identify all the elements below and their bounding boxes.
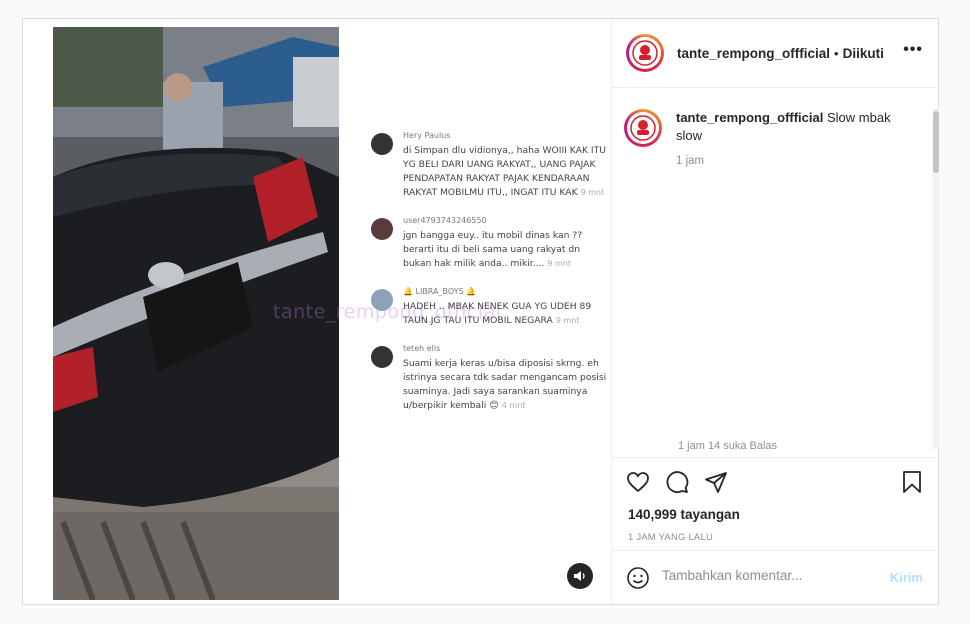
post-timestamp[interactable]: 1 JAM YANG LALU [628,532,713,543]
video-overlay-comments: Hery Paulus di Simpan dlu vidionya,, hah… [369,131,609,429]
post-caption: tante_rempong_offficial Slow mbak slow 1… [624,109,896,170]
follow-status-button[interactable]: Diikuti [843,46,884,61]
commenter-avatar [371,346,393,368]
commenter-name: 🔔 LIBRA_BOYS 🔔 [403,287,477,296]
caption-time[interactable]: 1 jam [676,152,896,170]
header-separator: • [834,45,839,61]
instagram-post-modal: tante_rempong_official Hery Paulus di Si… [22,18,939,605]
commenter-name: Hery Paulus [403,131,451,140]
post-sidebar: tante_rempong_offficial • Diikuti ••• ta… [611,19,939,604]
post-header: tante_rempong_offficial • Diikuti ••• [612,19,939,88]
comment-text: di Simpan dlu vidionya,, haha WOIII KAK … [403,145,606,198]
save-button[interactable] [900,470,924,499]
commenter-name: user4793743246550 [403,216,487,225]
comments-section: tante_rempong_offficial Slow mbak slow 1… [612,89,939,457]
comments-scrollbar-thumb[interactable] [933,111,939,173]
view-count[interactable]: 140,999 tayangan [628,507,740,522]
profile-logo-icon [630,115,656,141]
commenter-avatar [371,218,393,240]
overlay-comment: teteh elis Suami kerja keras u/bisa dipo… [369,344,609,413]
partial-comment-meta: 1 jam 14 suka Balas [678,440,778,452]
comment-time: 9 mnt [580,188,605,197]
profile-logo-icon [632,40,658,66]
paper-plane-icon [705,472,727,493]
profile-avatar[interactable] [626,34,664,72]
overlay-comment: user4793743246550 jgn bangga euy.. itu m… [369,216,609,271]
header-username[interactable]: tante_rempong_offficial [677,46,830,61]
smiley-icon [627,567,649,589]
bookmark-icon [903,471,921,493]
comment-time: 9 mnt [555,316,580,325]
add-comment-bar: Kirim [612,550,939,605]
caption-username[interactable]: tante_rempong_offficial [676,110,823,125]
overlay-comment: 🔔 LIBRA_BOYS 🔔 HADEH .. MBAK NENEK GUA Y… [369,287,609,328]
caption-avatar[interactable] [624,109,662,147]
post-comment-button[interactable]: Kirim [890,570,923,585]
comment-bubble-icon [666,471,689,494]
share-button[interactable] [704,470,728,499]
post-media: tante_rempong_official Hery Paulus di Si… [23,19,611,604]
comment-button[interactable] [665,470,689,499]
emoji-button[interactable] [626,566,650,595]
speaker-icon [574,571,585,581]
comment-input[interactable] [662,568,882,583]
overlay-comment: Hery Paulus di Simpan dlu vidionya,, hah… [369,131,609,200]
post-actions: 140,999 tayangan 1 JAM YANG LALU [612,457,939,551]
comment-time: 4 mnt [501,401,526,410]
sound-toggle-button[interactable] [567,563,593,589]
heart-icon [627,472,649,493]
commenter-avatar [371,133,393,155]
like-button[interactable] [626,470,650,499]
commenter-name: teteh elis [403,344,441,353]
commenter-avatar [371,289,393,311]
comment-time: 9 mnt [547,259,572,268]
more-options-button[interactable]: ••• [903,41,923,59]
